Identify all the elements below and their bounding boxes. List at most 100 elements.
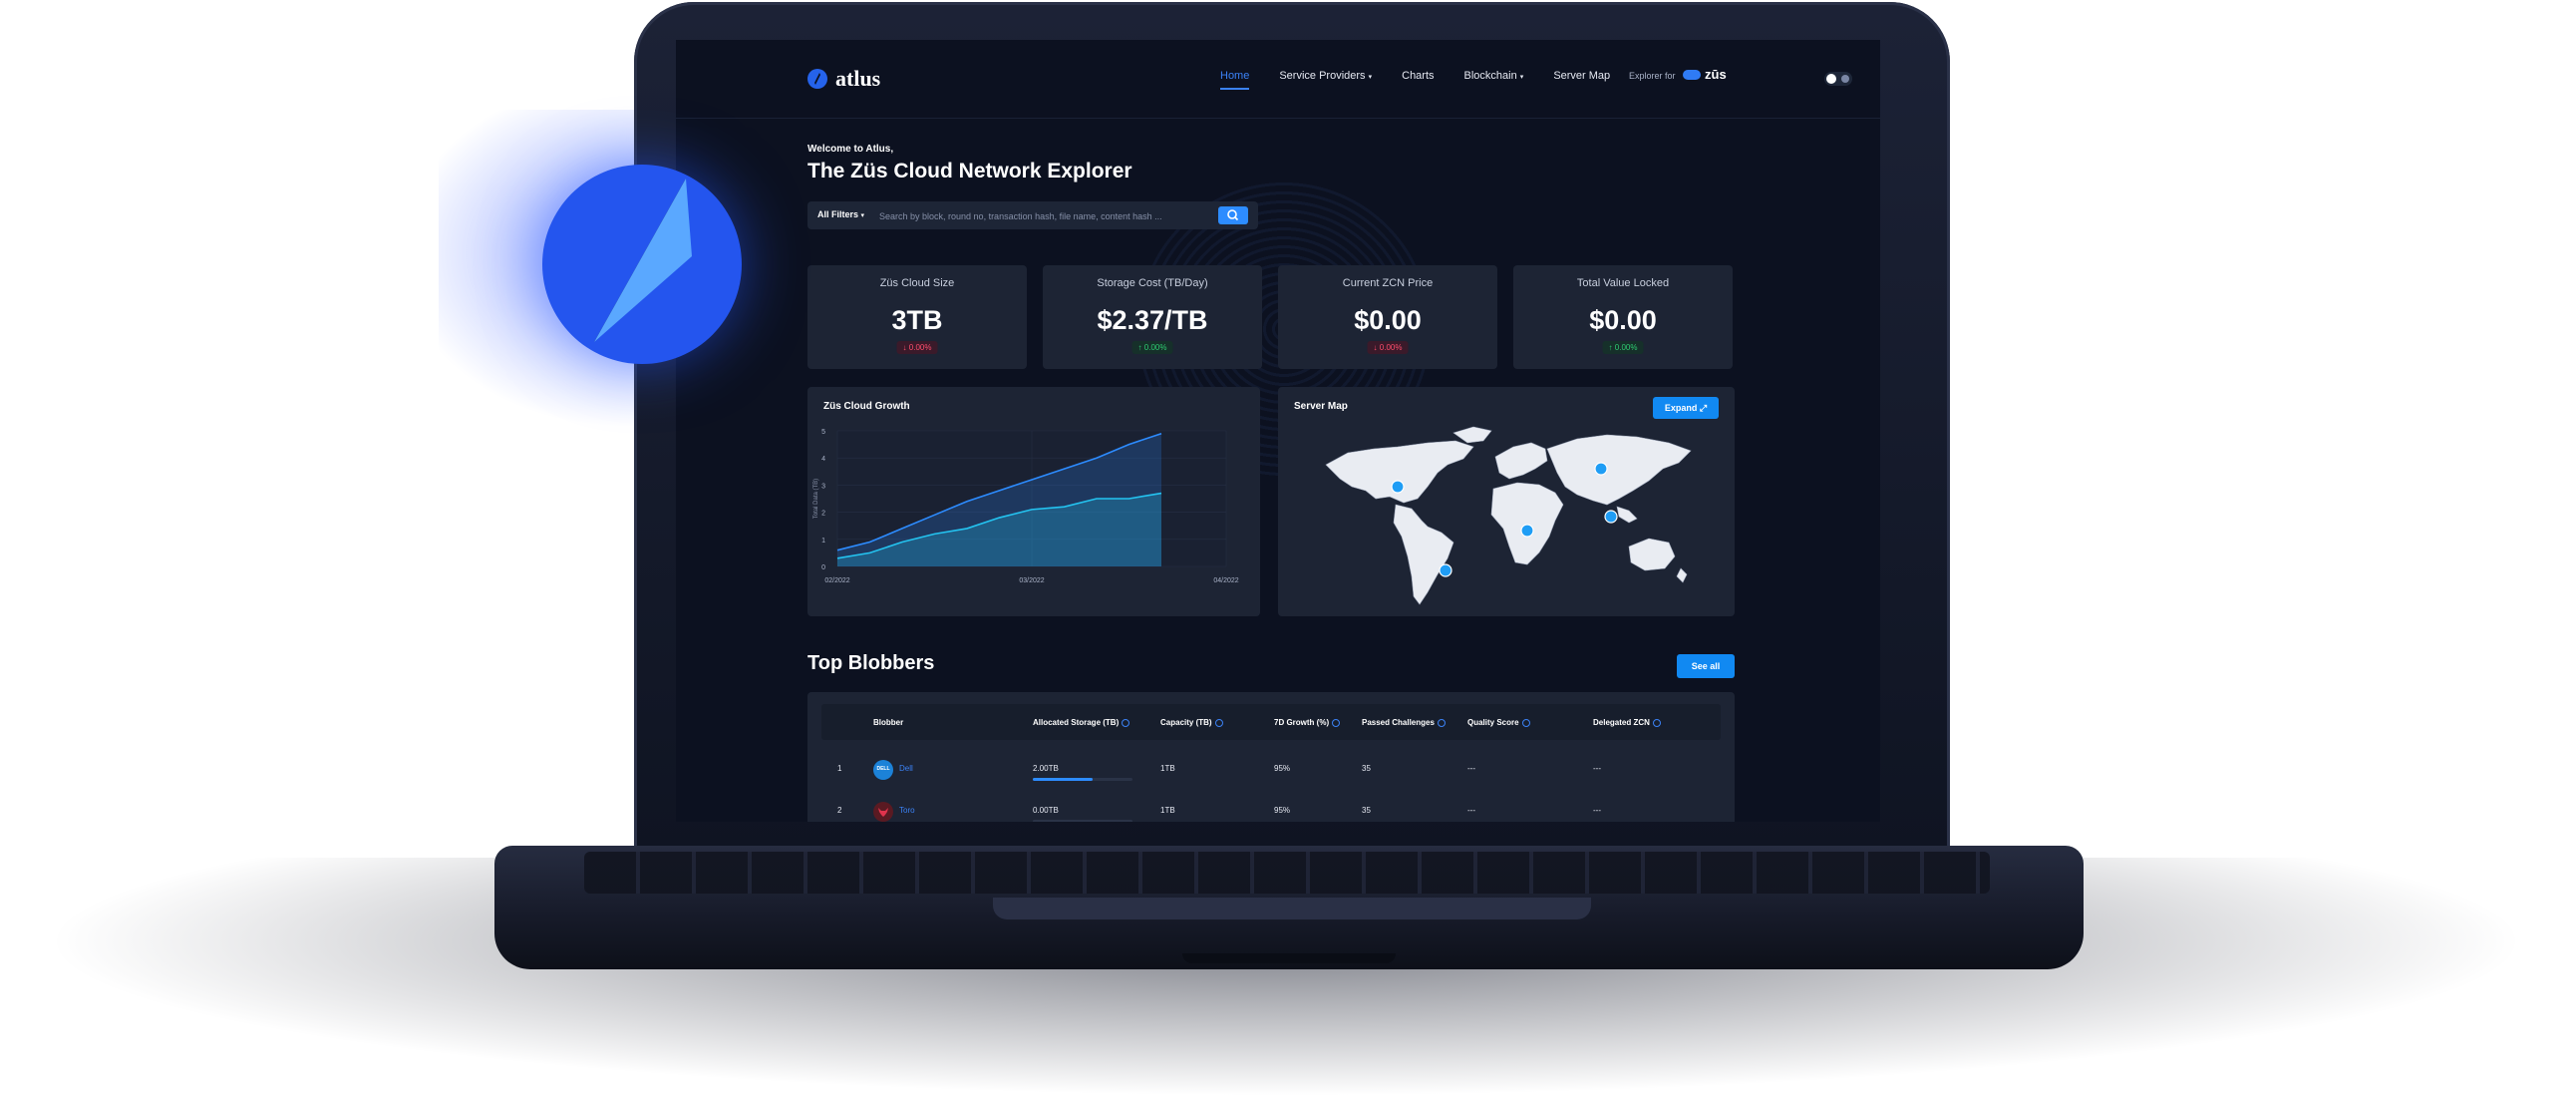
search-input[interactable] [877,205,1210,227]
atlus-logo[interactable]: atlus [807,66,880,92]
info-icon[interactable] [1332,718,1341,727]
sun-icon [1826,74,1836,84]
delegated-zcn: --- [1593,764,1601,773]
y-axis-label: Total Data (TB) [813,479,819,519]
touchpad [993,898,1591,919]
stat-delta-badge: ↓ 0.00% [1367,341,1409,354]
passed-challenges: 35 [1362,806,1371,815]
x-tick-label: 04/2022 [1213,577,1238,584]
search-bar: All Filters ▾ [807,201,1258,229]
arrow-down-icon: ↓ [1373,343,1378,352]
column-header[interactable]: Quality Score [1467,718,1530,727]
stat-delta-badge: ↓ 0.00% [896,341,938,354]
y-tick-label: 4 [821,456,825,463]
blobber-name-link[interactable]: Toro [899,806,915,815]
toro-avatar [873,802,893,822]
world-map [1325,426,1692,605]
allocation-progress [1033,778,1132,781]
y-tick-label: 3 [821,483,825,490]
nav-label: Home [1220,70,1250,82]
stat-delta: 0.00% [1614,343,1638,352]
column-label: Passed Challenges [1362,718,1435,727]
stat-value: $0.00 [1354,305,1422,335]
compass-badge [542,165,742,364]
column-header: Blobber [873,718,903,727]
logo-text: atlus [835,66,881,91]
nav-charts[interactable]: Charts [1402,70,1434,82]
y-tick-label: 2 [821,511,825,518]
search-button[interactable] [1218,206,1248,224]
y-tick-label: 5 [821,429,825,436]
column-label: Quality Score [1467,718,1519,727]
info-icon[interactable] [1437,718,1446,727]
allocated-storage: 0.00TB [1033,806,1059,815]
map-marker[interactable] [1520,524,1534,538]
page-title: The Züs Cloud Network Explorer [807,160,1132,183]
quality-score: --- [1467,764,1475,773]
moon-icon [1841,75,1849,83]
zus-cloud-icon [1683,69,1701,80]
stat-delta: 0.00% [1143,343,1167,352]
nav-blockchain[interactable]: Blockchain ▾ [1464,70,1524,82]
allocated-storage: 2.00TB [1033,764,1059,773]
column-header[interactable]: 7D Growth (%) [1274,718,1341,727]
nav-service-providers[interactable]: Service Providers ▾ [1279,70,1372,82]
capacity: 1TB [1160,764,1175,773]
column-header[interactable]: Capacity (TB) [1160,718,1223,727]
stat-value: $2.37/TB [1097,305,1208,335]
dell-avatar: DELL [873,760,893,780]
rank: 1 [837,764,842,773]
map-marker[interactable] [1594,462,1608,476]
zus-logo-text: zūs [1705,67,1727,82]
stat-label: Total Value Locked [1576,277,1670,289]
allocation-progress-fill [1033,778,1093,781]
quality-score: --- [1467,806,1475,815]
column-label: Blobber [873,718,904,727]
stat-card-zcn-price: Current ZCN Price $0.00 ↓ 0.00% [1278,265,1497,369]
nav-server-map[interactable]: Server Map [1553,70,1610,82]
base-notch [1182,953,1396,963]
compass-icon [807,69,827,89]
growth: 95% [1274,764,1291,773]
table-row[interactable]: 2 Toro 0.00TB 1TB 95% 35 --- --- [821,792,1721,822]
nav-label: Blockchain [1463,70,1517,82]
column-header[interactable]: Passed Challenges [1362,718,1446,727]
theme-toggle[interactable] [1824,72,1852,86]
nav-home[interactable]: Home [1220,70,1250,90]
stat-delta-badge: ↑ 0.00% [1131,341,1173,354]
stat-card-cloud-size: Züs Cloud Size 3TB ↓ 0.00% [807,265,1027,369]
zus-logo[interactable]: zūs [1683,67,1727,82]
column-header[interactable]: Delegated ZCN [1593,718,1661,727]
app-screen: atlus Home Service Providers ▾ Charts Bl… [676,40,1880,822]
blobbers-table: Blobber Allocated Storage (TB) Capacity … [807,692,1735,822]
map-marker[interactable] [1439,563,1452,577]
stat-delta-badge: ↑ 0.00% [1602,341,1644,354]
info-icon[interactable] [1521,718,1530,727]
map-marker[interactable] [1604,510,1618,524]
rank: 2 [837,806,842,815]
top-navigation: atlus Home Service Providers ▾ Charts Bl… [676,40,1880,119]
stat-label: Storage Cost (TB/Day) [1097,277,1208,289]
welcome-text: Welcome to Atlus, [807,144,894,155]
column-header[interactable]: Allocated Storage (TB) [1033,718,1130,727]
table-header: Blobber Allocated Storage (TB) Capacity … [821,704,1721,740]
column-label: Delegated ZCN [1593,718,1650,727]
search-icon [1227,209,1239,221]
blobber-name-link[interactable]: Dell [899,764,913,773]
chevron-down-icon: ▾ [860,212,865,219]
top-blobbers-title: Top Blobbers [807,652,935,674]
filter-dropdown[interactable]: All Filters ▾ [817,209,864,219]
capacity: 1TB [1160,806,1175,815]
column-label: 7D Growth (%) [1274,718,1330,727]
passed-challenges: 35 [1362,764,1371,773]
chevron-down-icon: ▾ [1368,74,1373,81]
see-all-button[interactable]: See all [1677,654,1735,678]
explorer-for-label: Explorer for [1629,71,1676,81]
info-icon[interactable] [1652,718,1661,727]
info-icon[interactable] [1214,718,1223,727]
map-marker[interactable] [1391,480,1405,494]
keyboard [584,852,1990,894]
stat-value: 3TB [891,305,943,335]
table-row[interactable]: 1 DELL Dell 2.00TB 1TB 95% 35 --- --- [821,750,1721,790]
info-icon[interactable] [1122,718,1130,727]
